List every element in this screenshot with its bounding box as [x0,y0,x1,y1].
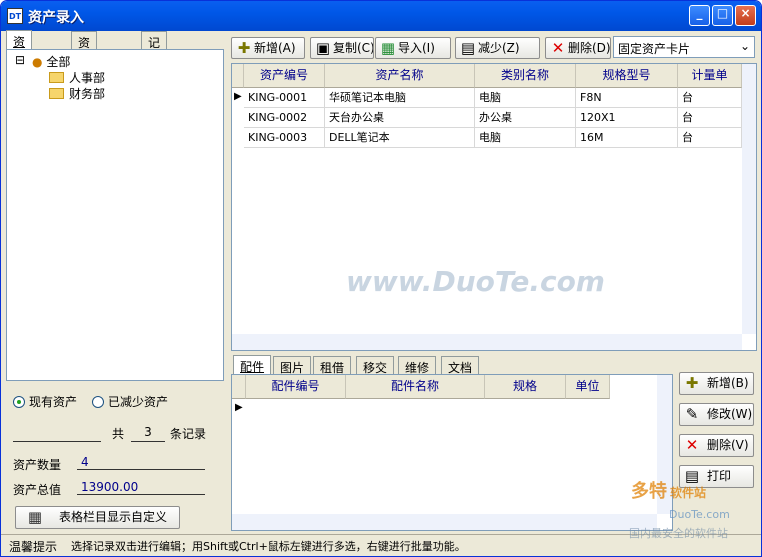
location-tree[interactable]: ⊟ ● 全部 人事部 财务部 [6,49,224,381]
table-cell[interactable]: 台 [678,88,742,108]
asset-quantity-label: 资产数量 [13,458,62,472]
delete-asset-button[interactable]: ✕ 删除(D) [545,37,611,59]
parts-horizontal-scrollbar[interactable] [232,514,657,530]
table-cell[interactable]: 电脑 [475,88,576,108]
grid-row-header-corner [232,64,244,88]
card-type-select[interactable]: 固定资产卡片 ⌄ [613,36,755,58]
tab-record-search[interactable]: 记录搜索 [141,31,168,101]
folder-icon [49,72,64,83]
table-cell[interactable]: 120X1 [576,108,678,128]
table-cell[interactable]: 电脑 [475,128,576,148]
table-cell[interactable]: 台 [678,128,742,148]
window-title: 资产录入 [28,10,84,26]
table-icon: ▦ [27,508,43,526]
reduced-assets-radio[interactable]: 已减少资产 [92,393,168,410]
column-asset-code[interactable]: 资产编号 [244,64,325,88]
record-count-suffix: 条记录 [170,427,207,441]
plus-icon: ✚ [237,39,251,57]
table-cell[interactable]: F8N [576,88,678,108]
copy-asset-button[interactable]: ▣ 复制(C) [310,37,374,59]
tab-rentals[interactable]: 租借 [313,356,352,375]
table-cell[interactable]: KING-0003 [244,128,325,148]
current-assets-radio[interactable]: 现有资产 [13,393,77,410]
edit-part-button[interactable]: ✎ 修改(W) [679,403,754,426]
minimize-button[interactable]: _ [689,5,710,26]
tab-documents[interactable]: 文档 [441,356,480,375]
add-asset-button[interactable]: ✚ 新增(A) [231,37,305,59]
record-filter-field[interactable] [13,425,101,442]
tab-asset-category[interactable]: 资产类别 [71,31,98,101]
corner-watermark-domain: DuoTe.com [669,508,730,521]
parts-current-row-marker: ▶ [235,402,243,413]
parts-grid-corner [232,375,246,399]
table-cell[interactable]: 办公桌 [475,108,576,128]
column-category-name[interactable]: 类别名称 [475,64,576,88]
tree-expander-icon[interactable]: ⊟ [15,53,25,67]
record-count: 3 [131,425,165,442]
folder-icon [49,88,64,99]
tab-maintenance[interactable]: 维修 [398,356,437,375]
status-message: 选择记录双击进行编辑；用Shift或Ctrl+鼠标左键进行多选，右键进行批量功能… [71,540,466,553]
tab-pictures[interactable]: 图片 [273,356,312,375]
copy-icon: ▣ [315,39,331,57]
tree-item-finance[interactable]: 财务部 [49,85,105,102]
table-cell[interactable]: 华硕笔记本电脑 [325,88,475,108]
table-cell[interactable]: KING-0001 [244,88,325,108]
title-bar[interactable]: DT 资产录入 _ □ × [1,1,761,31]
column-part-spec[interactable]: 规格 [485,375,566,399]
delete-part-button[interactable]: ✕ 删除(V) [679,434,754,457]
corner-watermark-slogan: 国内最安全的软件站 [629,527,728,540]
tab-parts[interactable]: 配件 [233,355,272,376]
tree-item-personnel[interactable]: 人事部 [49,69,105,86]
record-count-prefix: 共 [112,427,125,441]
status-label: 温馨提示 [9,540,58,554]
import-button[interactable]: ▦ 导入(I) [375,37,451,59]
table-cell[interactable]: DELL笔记本 [325,128,475,148]
reduce-asset-button[interactable]: ▤ 减少(Z) [455,37,540,59]
current-row-marker: ▶ [234,91,242,102]
customize-columns-button[interactable]: ▦ 表格栏目显示自定义 [15,506,180,529]
asset-total-label: 资产总值 [13,483,62,497]
column-unit[interactable]: 计量单 [678,64,742,88]
center-watermark: www.DuoTe.com [346,265,605,298]
radio-icon [92,396,104,408]
reduce-icon: ▤ [460,39,476,57]
table-cell[interactable]: 台 [678,108,742,128]
corner-watermark-logo: 多特 软件站 [631,481,707,502]
asset-quantity-value: 4 [77,455,205,470]
horizontal-scrollbar[interactable] [232,334,742,350]
column-part-code[interactable]: 配件编号 [246,375,346,399]
asset-total-value: 13900.00 [77,480,205,495]
chevron-down-icon: ⌄ [739,39,750,53]
add-part-button[interactable]: ✚ 新增(B) [679,372,754,395]
table-cell[interactable]: 16M [576,128,678,148]
column-part-unit[interactable]: 单位 [566,375,610,399]
vertical-scrollbar[interactable] [742,64,756,334]
delete-icon: ✕ [685,436,699,454]
column-asset-name[interactable]: 资产名称 [325,64,475,88]
globe-icon: ● [32,55,43,69]
table-cell[interactable]: KING-0002 [244,108,325,128]
tree-root-all[interactable]: ● 全部 [32,53,70,70]
edit-icon: ✎ [685,405,699,423]
excel-icon: ▦ [380,39,396,57]
column-model[interactable]: 规格型号 [576,64,678,88]
column-part-name[interactable]: 配件名称 [346,375,485,399]
close-button[interactable]: × [735,5,756,26]
maximize-button[interactable]: □ [712,5,733,26]
asset-grid[interactable]: 资产编号 资产名称 类别名称 规格型号 计量单 ▶ KING-0001 华硕笔记… [231,63,757,351]
table-cell[interactable]: 天台办公桌 [325,108,475,128]
application-icon: DT [7,8,23,24]
radio-selected-icon [13,396,25,408]
plus-icon: ✚ [685,374,699,392]
tab-transfers[interactable]: 移交 [356,356,395,375]
tab-asset-location[interactable]: 资产位置 [6,30,33,100]
asset-entry-window: DT 资产录入 _ □ × 资产位置 资产类别 记录搜索 ⊟ ● 全部 人事部 … [0,0,762,557]
parts-grid[interactable]: 配件编号 配件名称 规格 单位 ▶ [231,374,673,531]
delete-icon: ✕ [551,39,565,57]
